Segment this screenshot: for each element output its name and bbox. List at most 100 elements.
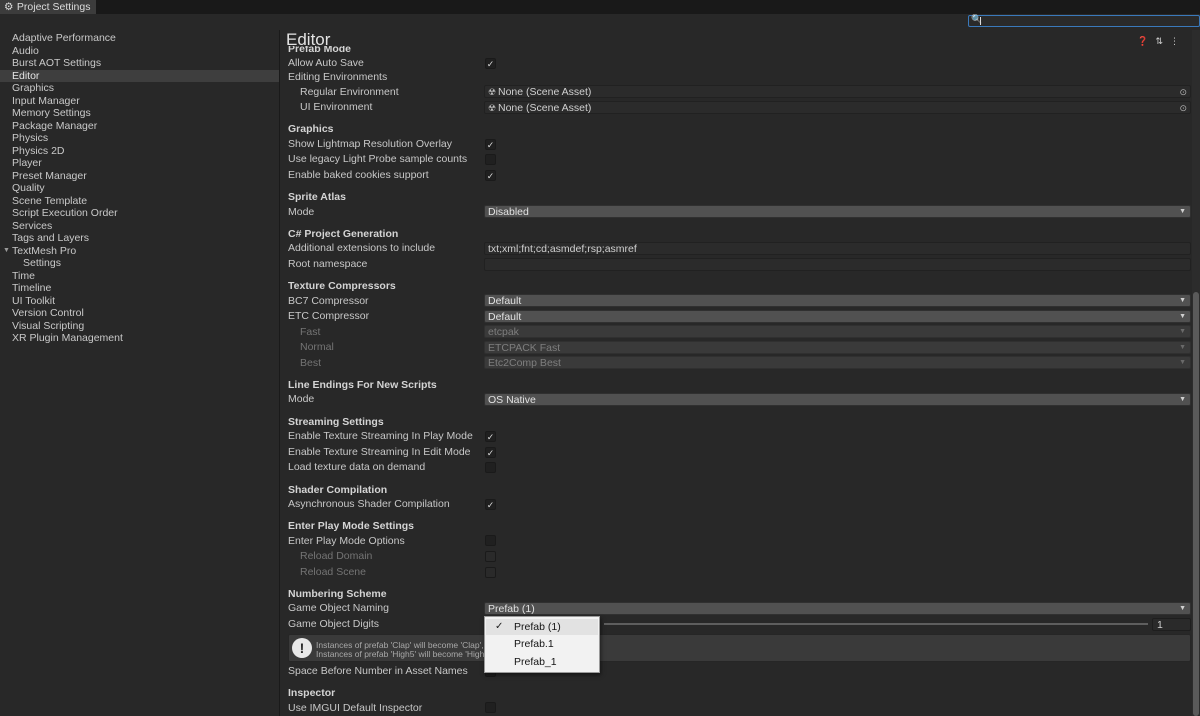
sidebar-item-player[interactable]: Player xyxy=(0,157,279,170)
section-csharp-project-generation: C# Project Generation xyxy=(288,228,399,240)
label-allow-auto-save: Allow Auto Save xyxy=(288,57,364,69)
vertical-scrollbar[interactable] xyxy=(1192,30,1200,716)
preset-sliders-icon[interactable]: ⇅ xyxy=(1155,36,1170,46)
check-icon: ✓ xyxy=(495,621,504,632)
scrollbar-thumb[interactable] xyxy=(1193,292,1199,716)
label-additional-extensions: Additional extensions to include xyxy=(288,242,436,254)
label-game-object-digits: Game Object Digits xyxy=(288,618,380,630)
root-namespace-input[interactable] xyxy=(484,258,1191,271)
checkbox-baked-cookies[interactable]: ✓ xyxy=(485,170,496,181)
checkbox-async-shader[interactable]: ✓ xyxy=(485,499,496,510)
additional-extensions-input[interactable]: txt;xml;fnt;cd;asmdef;rsp;asmref xyxy=(484,242,1191,255)
dropdown-value: etcpak xyxy=(488,326,519,338)
search-input[interactable]: 🔍 xyxy=(968,14,1200,27)
checkbox-enter-play-mode-options[interactable] xyxy=(485,535,496,546)
dropdown-value: Etc2Comp Best xyxy=(488,357,561,369)
dropdown-value: Default xyxy=(488,295,522,307)
regular-environment-field[interactable]: ☢ None (Scene Asset) ⊙ xyxy=(484,85,1191,98)
section-inspector: Inspector xyxy=(288,687,336,699)
sidebar-item-package-manager[interactable]: Package Manager xyxy=(0,120,279,133)
sidebar-item-adaptive-performance[interactable]: Adaptive Performance xyxy=(0,32,279,45)
game-object-naming-dropdown[interactable]: Prefab (1) ▼ xyxy=(484,602,1191,615)
ui-environment-field[interactable]: ☢ None (Scene Asset) ⊙ xyxy=(484,101,1191,114)
sidebar-item-version-control[interactable]: Version Control xyxy=(0,307,279,320)
checkbox-streaming-edit-mode[interactable]: ✓ xyxy=(485,447,496,458)
fast-compressor-dropdown: etcpak ▼ xyxy=(484,325,1191,338)
sidebar-item-visual-scripting[interactable]: Visual Scripting xyxy=(0,320,279,333)
sidebar-item-editor[interactable]: Editor xyxy=(0,69,279,82)
popup-option-prefab-dot[interactable]: Prefab.1 xyxy=(486,636,598,652)
label-load-on-demand: Load texture data on demand xyxy=(288,461,426,473)
sidebar-item-physics[interactable]: Physics xyxy=(0,132,279,145)
more-menu-icon[interactable]: ⋮ xyxy=(1170,36,1186,46)
page-title: Editor xyxy=(286,30,331,49)
info-help-box: ! Instances of prefab 'Clap' will become… xyxy=(288,634,1191,662)
sidebar-item-textmesh-pro[interactable]: ▼ TextMesh Pro xyxy=(0,245,279,258)
sidebar-item-physics-2d[interactable]: Physics 2D xyxy=(0,145,279,158)
checkbox-reload-domain xyxy=(485,551,496,562)
header-icons: ❓⇅⋮ xyxy=(1137,36,1186,47)
etc-compressor-dropdown[interactable]: Default ▼ xyxy=(484,310,1191,323)
label-editing-environments: Editing Environments xyxy=(288,71,388,83)
dropdown-value: ETCPACK Fast xyxy=(488,342,561,354)
info-icon: ! xyxy=(292,638,312,658)
checkbox-reload-scene xyxy=(485,567,496,578)
label-enter-play-mode-options: Enter Play Mode Options xyxy=(288,535,405,547)
checkbox-imgui-default-inspector[interactable] xyxy=(485,702,496,713)
project-settings-tab[interactable]: ⚙ Project Settings xyxy=(0,0,96,14)
sidebar-item-scene-template[interactable]: Scene Template xyxy=(0,195,279,208)
digits-slider[interactable] xyxy=(604,623,1148,625)
label-reload-domain: Reload Domain xyxy=(300,550,373,562)
sidebar-item-tags-and-layers[interactable]: Tags and Layers xyxy=(0,232,279,245)
checkbox-allow-auto-save[interactable]: ✓ xyxy=(485,58,496,69)
expand-triangle-icon[interactable]: ▼ xyxy=(3,245,10,258)
chevron-down-icon: ▼ xyxy=(1179,605,1186,612)
dropdown-value: Prefab (1) xyxy=(488,603,535,615)
sidebar-item-textmesh-settings[interactable]: Settings xyxy=(0,257,279,270)
sidebar-item-script-execution-order[interactable]: Script Execution Order xyxy=(0,207,279,220)
label-streaming-edit-mode: Enable Texture Streaming In Edit Mode xyxy=(288,446,471,458)
editor-settings-panel: Prefab Mode Editor ❓⇅⋮ Allow Auto Save ✓… xyxy=(280,30,1192,716)
help-icon[interactable]: ❓ xyxy=(1137,36,1155,46)
label-imgui-default-inspector: Use IMGUI Default Inspector xyxy=(288,702,423,714)
popup-option-prefab-paren[interactable]: ✓ Prefab (1) xyxy=(486,619,598,635)
option-label: Prefab.1 xyxy=(514,638,554,650)
checkbox-legacy-light-probe[interactable] xyxy=(485,154,496,165)
sidebar-item-ui-toolkit[interactable]: UI Toolkit xyxy=(0,295,279,308)
label-fast: Fast xyxy=(300,326,321,338)
digits-number-field[interactable]: 1 xyxy=(1152,618,1191,631)
sidebar-item-time[interactable]: Time xyxy=(0,270,279,283)
line-endings-mode-dropdown[interactable]: OS Native ▼ xyxy=(484,393,1191,406)
sidebar-item-burst-aot-settings[interactable]: Burst AOT Settings xyxy=(0,57,279,70)
normal-compressor-dropdown: ETCPACK Fast ▼ xyxy=(484,341,1191,354)
section-line-endings: Line Endings For New Scripts xyxy=(288,379,437,391)
section-shader-compilation: Shader Compilation xyxy=(288,484,388,496)
chevron-down-icon: ▼ xyxy=(1179,396,1186,403)
object-picker-icon[interactable]: ⊙ xyxy=(1179,86,1187,98)
label-root-namespace: Root namespace xyxy=(288,258,368,270)
label-baked-cookies: Enable baked cookies support xyxy=(288,169,429,181)
chevron-down-icon: ▼ xyxy=(1179,328,1186,335)
label-reload-scene: Reload Scene xyxy=(300,566,366,578)
section-graphics: Graphics xyxy=(288,123,334,135)
sidebar-item-services[interactable]: Services xyxy=(0,220,279,233)
label-normal: Normal xyxy=(300,341,334,353)
scene-asset-icon: ☢ xyxy=(488,103,497,113)
popup-option-prefab-underscore[interactable]: Prefab_1 xyxy=(486,654,598,670)
label-ui-environment: UI Environment xyxy=(300,101,373,113)
checkbox-load-on-demand[interactable] xyxy=(485,462,496,473)
sidebar-item-preset-manager[interactable]: Preset Manager xyxy=(0,170,279,183)
option-label: Prefab_1 xyxy=(514,656,557,668)
checkbox-streaming-play-mode[interactable]: ✓ xyxy=(485,431,496,442)
sidebar-item-timeline[interactable]: Timeline xyxy=(0,282,279,295)
sidebar-item-input-manager[interactable]: Input Manager xyxy=(0,95,279,108)
sprite-atlas-mode-dropdown[interactable]: Disabled ▼ xyxy=(484,205,1191,218)
sidebar-item-audio[interactable]: Audio xyxy=(0,45,279,58)
checkbox-show-lightmap-overlay[interactable]: ✓ xyxy=(485,139,496,150)
object-picker-icon[interactable]: ⊙ xyxy=(1179,102,1187,114)
sidebar-item-graphics[interactable]: Graphics xyxy=(0,82,279,95)
sidebar-item-xr-plugin-management[interactable]: XR Plugin Management xyxy=(0,332,279,345)
sidebar-item-memory-settings[interactable]: Memory Settings xyxy=(0,107,279,120)
bc7-compressor-dropdown[interactable]: Default ▼ xyxy=(484,294,1191,307)
sidebar-item-quality[interactable]: Quality xyxy=(0,182,279,195)
